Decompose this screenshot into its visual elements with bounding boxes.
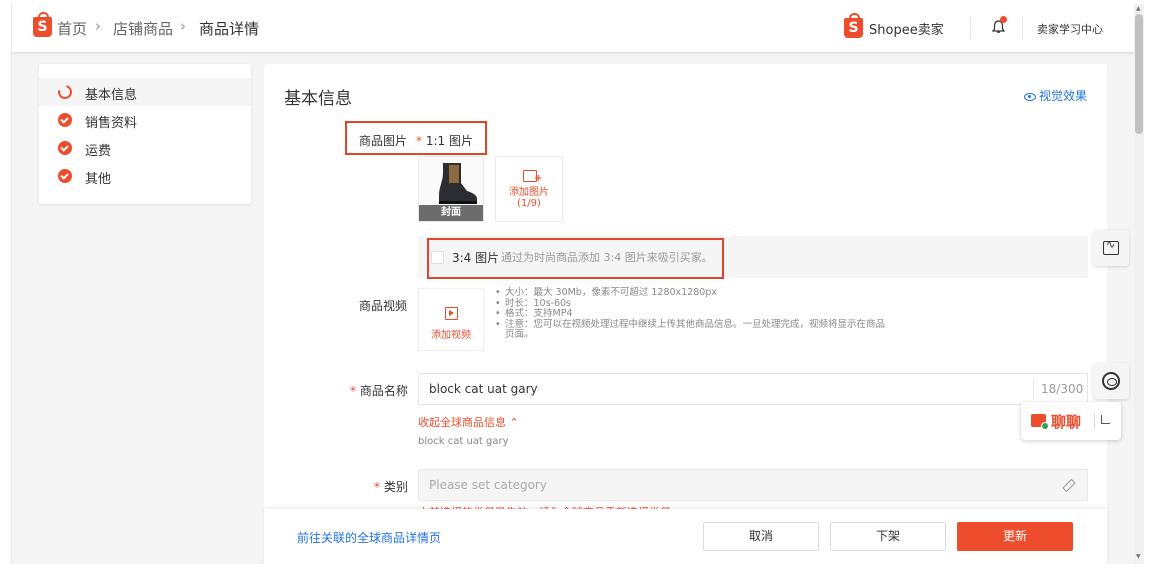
product-name-input[interactable]: block cat uat gary 18/300 <box>418 373 1088 405</box>
video-icon <box>445 307 458 320</box>
in-progress-icon <box>55 82 75 102</box>
pulse-icon <box>1103 238 1119 255</box>
divider <box>1094 413 1095 429</box>
chat-icon <box>1031 414 1049 430</box>
breadcrumb-products[interactable]: 店铺商品 <box>113 18 173 39</box>
visual-effect-label: 视觉效果 <box>1039 89 1088 103</box>
category-input[interactable]: Please set category <box>418 469 1088 501</box>
char-count: 18/300 <box>1041 382 1084 396</box>
breadcrumb-separator-icon: › <box>95 17 101 35</box>
headset-icon <box>1102 372 1120 390</box>
global-product-link[interactable]: 前往关联的全球商品详情页 <box>297 529 441 546</box>
product-image-thumbnail[interactable]: 封面 <box>418 156 484 222</box>
delist-button[interactable]: 下架 <box>830 522 946 551</box>
breadcrumb-home[interactable]: 首页 <box>57 18 87 39</box>
scroll-up-icon[interactable]: ▲ <box>1136 5 1141 12</box>
check-icon <box>58 113 72 127</box>
eye-icon <box>1024 92 1036 101</box>
action-footer: 前往关联的全球商品详情页 取消 下架 更新 <box>264 509 1107 564</box>
divider <box>970 17 971 39</box>
check-icon <box>58 169 72 183</box>
activity-monitor-button[interactable] <box>1093 230 1129 266</box>
nav-item-label: 其他 <box>85 172 112 187</box>
nav-item-label: 销售资料 <box>85 116 138 131</box>
spec-item: 大小：最大 30Mb，像素不可超过 1280x1280px <box>495 287 885 299</box>
section-nav: 基本信息 销售资料 运费 其他 <box>39 64 251 204</box>
spec-item: 格式：支持MP4 <box>495 308 885 320</box>
learning-center-link[interactable]: 卖家学习中心 <box>1037 21 1103 37</box>
shopee-seller-logo-icon: S <box>844 13 863 38</box>
notification-badge <box>1000 16 1007 23</box>
add-image-button[interactable]: 添加图片 (1/9) <box>495 156 563 222</box>
chevron-up-icon: ⌃ <box>509 416 519 429</box>
check-icon <box>58 141 72 155</box>
cancel-button[interactable]: 取消 <box>703 522 819 551</box>
nav-item-others[interactable]: 其他 <box>39 162 251 190</box>
basic-info-card: 基本信息 视觉效果 商品图片 * 1:1 图片 封面 添加图片 (1/9) 3:… <box>264 64 1107 564</box>
cover-label: 封面 <box>419 205 483 221</box>
chat-widget[interactable]: 聊聊 <box>1021 402 1121 440</box>
top-bar: S 首页 › 店铺商品 › 商品详情 S Shopee卖家 卖家学习中心 <box>12 4 1134 52</box>
spec-item-continued: 页面。 <box>505 329 534 340</box>
nav-item-shipping[interactable]: 运费 <box>39 134 251 162</box>
divider <box>1033 379 1034 399</box>
add-image-text: 添加图片 (1/9) <box>509 187 549 209</box>
nav-item-label: 基本信息 <box>85 88 138 103</box>
page-frame: S 首页 › 店铺商品 › 商品详情 S Shopee卖家 卖家学习中心 基本信… <box>11 4 1134 564</box>
collapse-global-info-link[interactable]: 收起全球商品信息 ⌃ <box>418 414 519 430</box>
add-video-text: 添加视频 <box>431 330 471 341</box>
global-product-name: block cat uat gary <box>418 436 509 447</box>
boot-image <box>439 163 477 204</box>
highlight-box <box>427 238 724 279</box>
breadcrumb-separator-icon: › <box>180 17 186 35</box>
video-specs: 大小：最大 30Mb，像素不可超过 1280x1280px 时长：10s-60s… <box>495 287 885 341</box>
divider <box>1022 17 1023 39</box>
breadcrumb-current: 商品详情 <box>199 20 260 38</box>
product-name-value: block cat uat gary <box>429 382 538 396</box>
update-button[interactable]: 更新 <box>957 522 1073 551</box>
product-images-label: 商品图片 <box>359 134 408 148</box>
nav-item-label: 运费 <box>85 144 112 159</box>
nav-item-sales-info[interactable]: 销售资料 <box>39 106 251 134</box>
product-video-label: 商品视频 <box>359 299 408 313</box>
product-name-label: * 商品名称 <box>350 384 408 398</box>
nav-item-basic-info[interactable]: 基本信息 <box>39 78 251 106</box>
seller-center-title[interactable]: Shopee卖家 <box>869 19 944 38</box>
image-ratio-label: * 1:1 图片 <box>416 134 473 148</box>
scroll-down-icon[interactable]: ▼ <box>1136 553 1141 560</box>
spec-item: 注意：您可以在视频处理过程中继续上传其他商品信息。一旦处理完成，视频将显示在商品 <box>495 319 885 331</box>
category-placeholder: Please set category <box>429 478 547 492</box>
expand-icon[interactable] <box>1101 415 1110 424</box>
scrollbar-thumb[interactable] <box>1135 14 1143 134</box>
chat-label: 聊聊 <box>1051 413 1082 431</box>
add-video-button[interactable]: 添加视频 <box>418 288 484 351</box>
shopee-logo-icon[interactable]: S <box>33 12 52 37</box>
customer-service-button[interactable] <box>1093 363 1129 399</box>
add-image-icon <box>523 170 542 184</box>
pencil-icon[interactable] <box>1062 478 1076 493</box>
section-title: 基本信息 <box>284 89 352 109</box>
visual-effect-link[interactable]: 视觉效果 <box>1024 87 1087 104</box>
category-label: * 类别 <box>374 480 408 494</box>
